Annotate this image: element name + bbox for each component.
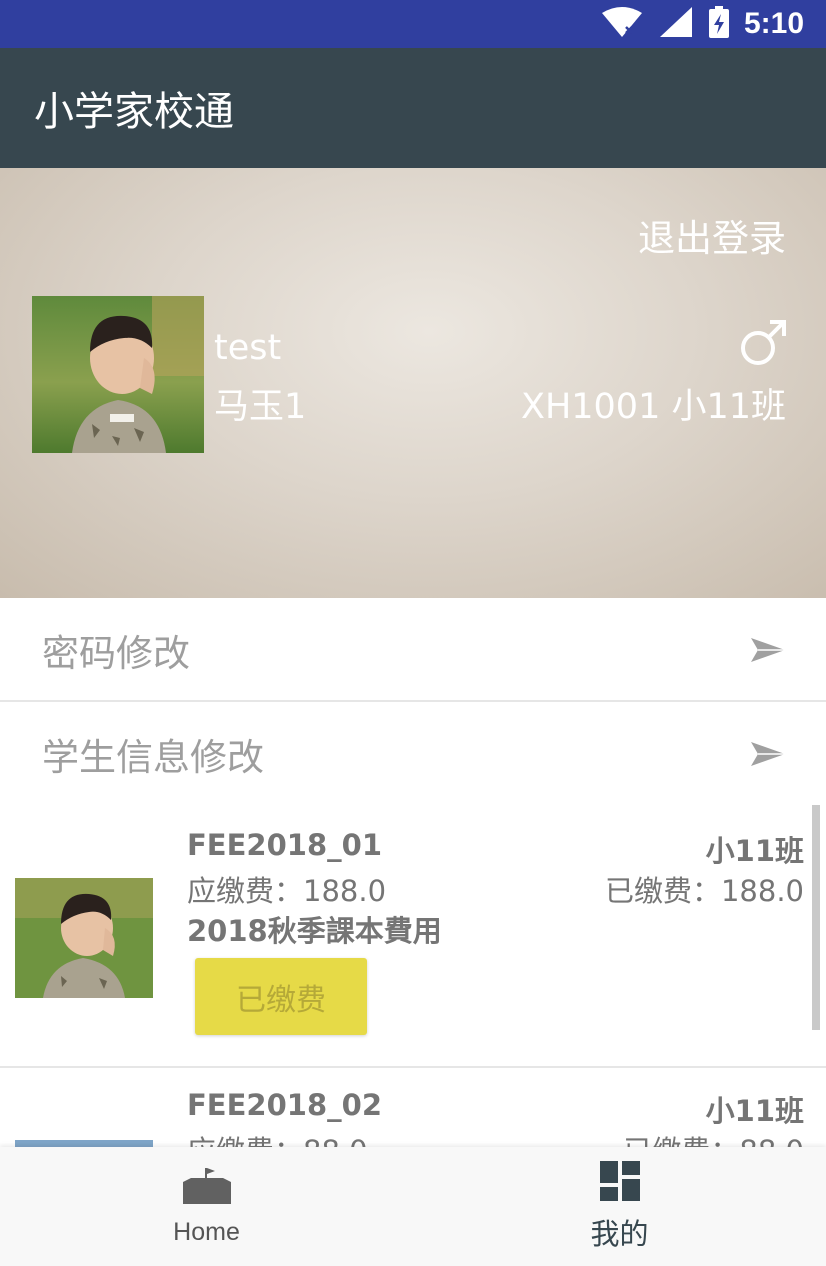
- fee-code: FEE2018_02: [187, 1088, 382, 1122]
- nav-label-home: Home: [173, 1218, 240, 1246]
- scrollbar[interactable]: [812, 805, 820, 1030]
- fee-amount-due: 应缴费：88.0: [187, 1128, 368, 1147]
- fee-amount-paid: 已缴费：188.0: [604, 874, 804, 908]
- menu-item-change-password[interactable]: 密码修改: [0, 598, 826, 702]
- fee-amount-due: 应缴费：188.0: [187, 874, 387, 908]
- logout-button[interactable]: 退出登录: [638, 208, 786, 262]
- nav-item-mine[interactable]: 我的: [413, 1147, 826, 1266]
- fee-code: FEE2018_01: [187, 828, 382, 862]
- send-arrow-icon: [750, 636, 786, 664]
- menu-item-label: 密码修改: [42, 632, 190, 675]
- fee-class: 小11班: [705, 834, 804, 868]
- profile-username: test: [214, 328, 282, 368]
- fee-thumbnail: [15, 1140, 153, 1147]
- status-time: 5:10: [743, 7, 804, 40]
- dashboard-icon: [599, 1160, 640, 1205]
- bottom-navigation: Home 我的: [0, 1147, 826, 1266]
- fee-class: 小11班: [705, 1094, 804, 1128]
- fee-list-item[interactable]: FEE2018_02 小11班 应缴费：88.0 已缴费：88.0: [0, 1068, 826, 1147]
- battery-charging-icon: [708, 5, 730, 43]
- app-title: 小学家校通: [34, 89, 234, 135]
- fee-thumbnail: [15, 878, 153, 998]
- fee-list-item[interactable]: FEE2018_01 小11班 应缴费：188.0 已缴费：188.0 2018…: [0, 806, 826, 1066]
- school-building-icon: [182, 1166, 231, 1210]
- menu-item-label: 学生信息修改: [42, 736, 264, 779]
- status-bar: 5:10: [0, 0, 826, 48]
- nav-item-home[interactable]: Home: [0, 1147, 413, 1266]
- student-avatar[interactable]: [32, 296, 204, 453]
- fee-description: 2018秋季課本費用: [187, 914, 442, 948]
- app-bar: 小学家校通: [0, 48, 826, 168]
- profile-student-class: XH1001 小11班: [520, 387, 786, 427]
- fee-amount-paid: 已缴费：88.0: [623, 1128, 804, 1147]
- profile-student-name: 马玉1: [214, 387, 307, 427]
- nav-label-mine: 我的: [590, 1216, 649, 1251]
- male-icon: [738, 318, 788, 368]
- profile-header: 退出登录 test 马玉1 XH1001 小11班: [0, 168, 826, 598]
- wifi-icon: [600, 5, 644, 43]
- menu-item-edit-student-info[interactable]: 学生信息修改: [0, 702, 826, 806]
- app-screen: 5:10 小学家校通 退出登录 test 马玉1 XH1001 小11班 密码修…: [0, 0, 826, 1266]
- paid-status-button[interactable]: 已缴费: [195, 958, 367, 1035]
- send-arrow-icon: [750, 740, 786, 768]
- cell-signal-icon: [658, 5, 694, 43]
